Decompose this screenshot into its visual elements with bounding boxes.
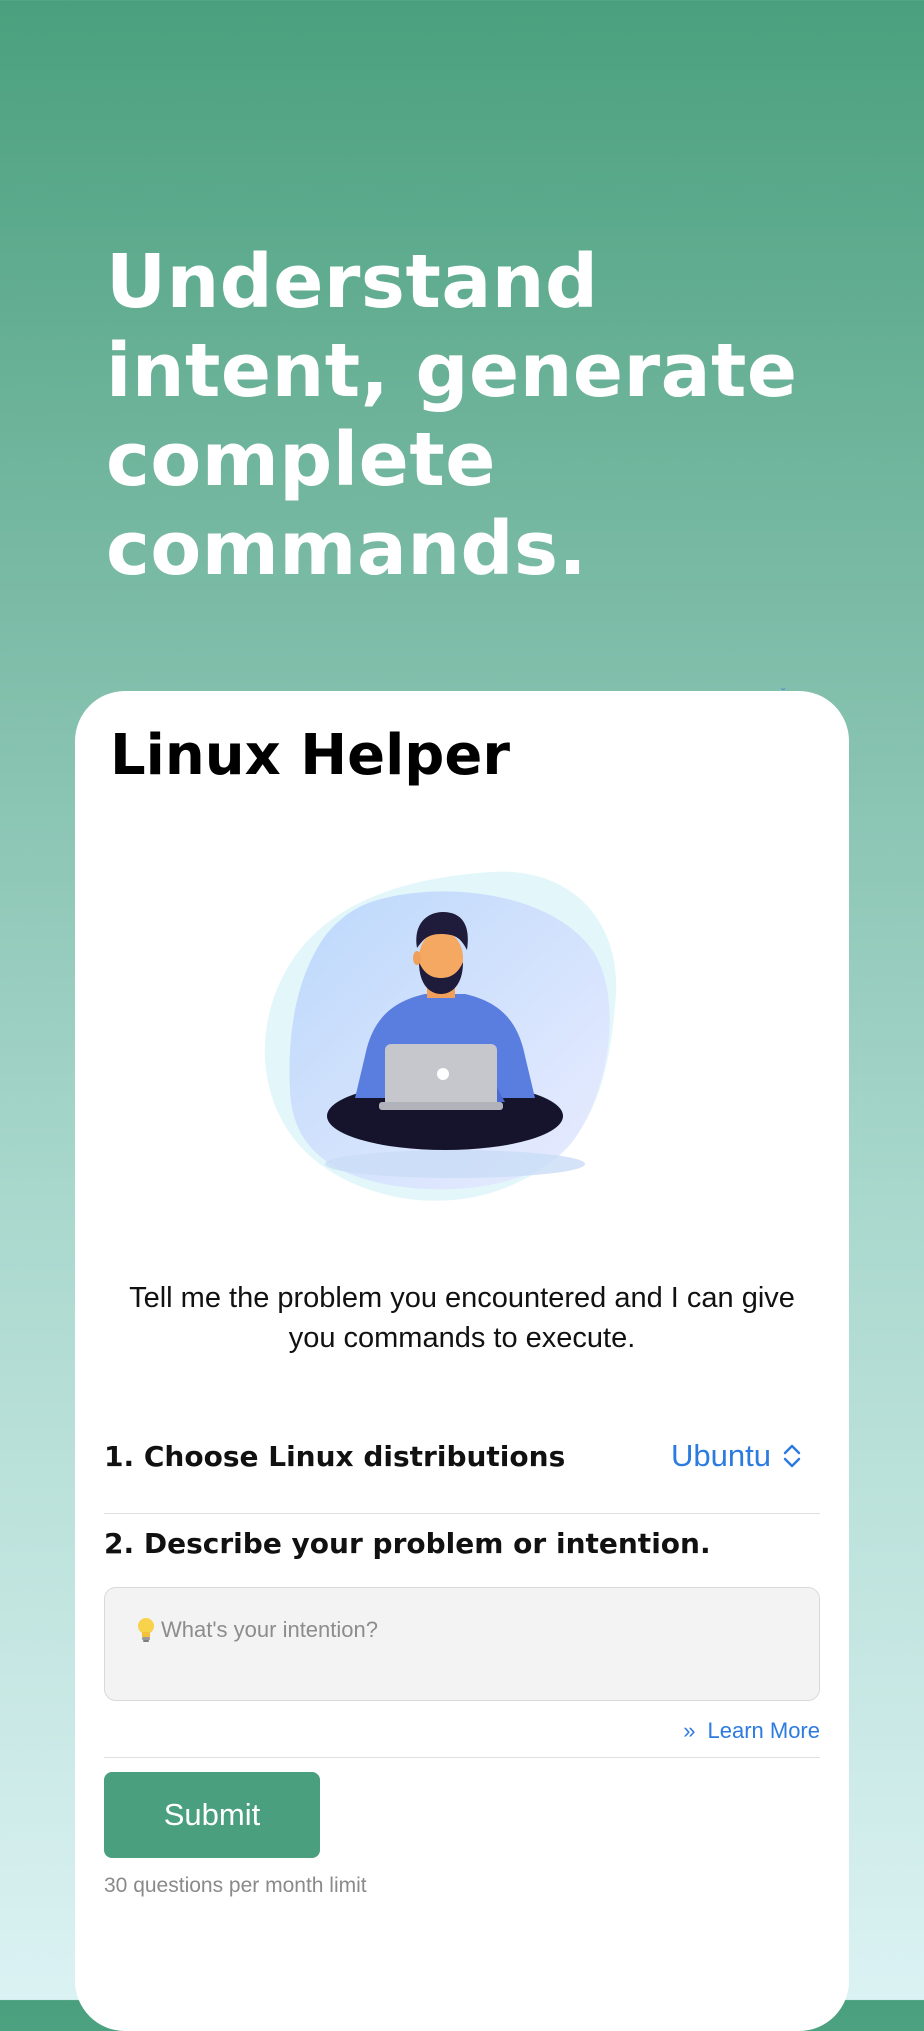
intent-input[interactable]: [161, 1616, 781, 1644]
chevron-up-down-icon: [783, 1444, 801, 1468]
lightbulb-icon: [138, 1618, 154, 1642]
distro-selector[interactable]: Ubuntu: [671, 1436, 803, 1476]
step1-label: 1. Choose Linux distributions: [104, 1440, 566, 1473]
intent-field-container[interactable]: [104, 1587, 820, 1701]
learn-more-label: Learn More: [707, 1718, 820, 1743]
app-title: Linux Helper: [110, 723, 510, 788]
divider: [104, 1757, 820, 1758]
intro-description: Tell me the problem you encountered and …: [129, 1282, 795, 1354]
submit-button[interactable]: Submit: [104, 1772, 320, 1858]
usage-limit-note: 30 questions per month limit: [104, 1874, 367, 1897]
app-screen: { "hero": { "headline": "Understand inte…: [0, 0, 924, 2031]
double-chevron-right-icon: »: [683, 1718, 696, 1743]
hero-headline: Understand intent, generate complete com…: [106, 239, 798, 592]
divider: [104, 1513, 820, 1514]
linux-helper-card: Linux Helper Tell me the problem you enc…: [75, 691, 849, 2031]
person-with-laptop-illustration: [264, 871, 617, 1201]
distro-selected-value: Ubuntu: [671, 1438, 771, 1473]
learn-more-link[interactable]: » Learn More: [683, 1716, 820, 1746]
step2-label: 2. Describe your problem or intention.: [104, 1527, 711, 1560]
